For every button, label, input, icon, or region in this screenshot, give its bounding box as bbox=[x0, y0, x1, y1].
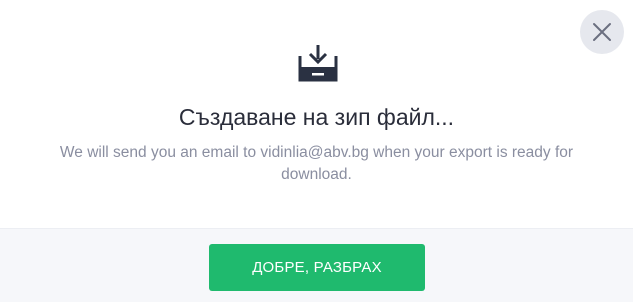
dialog-title: Създаване на зип файл... bbox=[178, 104, 455, 130]
close-button[interactable] bbox=[580, 10, 624, 54]
dialog-message: We will send you an email to vidinlia@ab… bbox=[59, 144, 574, 183]
dialog-footer: ДОБРЕ, РАЗБРАХ bbox=[0, 228, 633, 302]
export-dialog: Създаване на зип файл... We will send yo… bbox=[0, 0, 633, 302]
dialog-body: Създаване на зип файл... We will send yo… bbox=[0, 0, 633, 228]
close-icon bbox=[593, 23, 611, 41]
download-tray-icon bbox=[298, 45, 338, 82]
ok-button[interactable]: ДОБРЕ, РАЗБРАХ bbox=[209, 244, 425, 291]
